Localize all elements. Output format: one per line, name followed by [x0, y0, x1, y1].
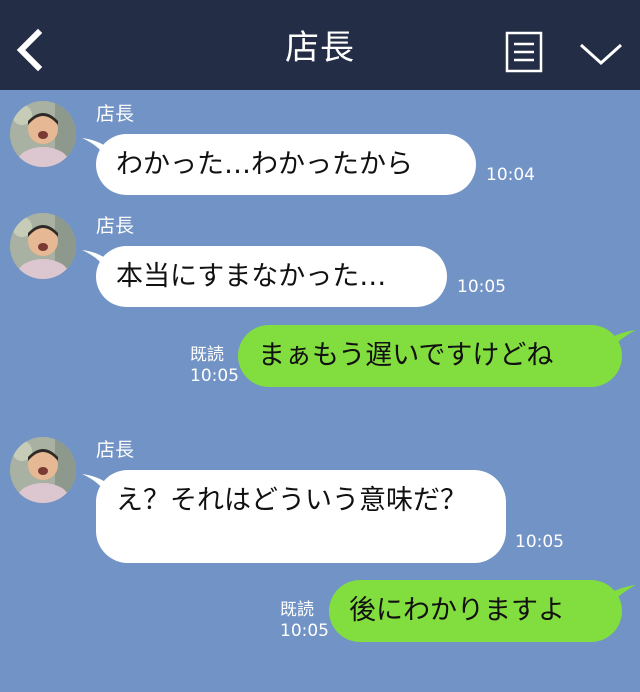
read-receipt: 既読	[280, 600, 314, 620]
message-timestamp: 10:04	[486, 165, 535, 185]
bubble-tail	[606, 330, 636, 352]
read-receipt: 既読	[190, 345, 224, 365]
avatar[interactable]	[10, 437, 76, 503]
bubble-tail	[606, 585, 636, 607]
message-text: え？それはどういう意味だ？	[116, 485, 467, 516]
message-text: まぁもう遅いですけどね	[258, 340, 554, 371]
avatar[interactable]	[10, 101, 76, 167]
message-bubble-outgoing[interactable]: まぁもう遅いですけどね	[238, 325, 622, 387]
message-bubble-incoming[interactable]: わかった…わかったから	[96, 134, 476, 195]
message-text: 後にわかりますよ	[349, 595, 565, 626]
menu-icon[interactable]	[505, 31, 543, 73]
message-timestamp: 10:05	[515, 532, 564, 552]
message-bubble-incoming[interactable]: え？それはどういう意味だ？	[96, 470, 506, 563]
message-text: 本当にすまなかった…	[116, 260, 387, 292]
chat-title: 店長	[285, 28, 355, 68]
message-timestamp: 10:05	[280, 621, 329, 641]
avatar[interactable]	[10, 213, 76, 279]
sender-name: 店長	[96, 103, 135, 125]
message-text: わかった…わかったから	[116, 148, 413, 180]
chevron-down-icon[interactable]	[578, 40, 624, 68]
message-bubble-incoming[interactable]: 本当にすまなかった…	[96, 246, 447, 307]
sender-name: 店長	[96, 215, 135, 237]
message-bubble-outgoing[interactable]: 後にわかりますよ	[329, 580, 622, 642]
message-timestamp: 10:05	[457, 277, 506, 297]
message-timestamp: 10:05	[190, 366, 239, 386]
sender-name: 店長	[96, 439, 135, 461]
chat-header: 店長	[0, 0, 640, 90]
